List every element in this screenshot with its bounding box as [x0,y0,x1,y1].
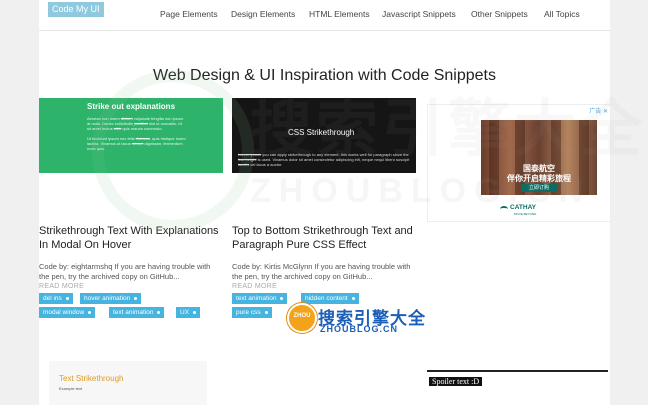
cathay-logo-icon [500,206,508,212]
spoiler-text[interactable]: Spoiler text :D [429,377,483,386]
thumbnail-title: Text Strikethrough [59,374,124,383]
nav-other-snippets[interactable]: Other Snippets [471,9,528,19]
thumbnail-text: Aenean non lorem dictum vulputate fringi… [87,116,186,151]
thumbnail-title: CSS Strikethrough [288,128,355,137]
ad-badge[interactable]: 广告 ✕ [589,106,608,115]
nav-html-elements[interactable]: HTML Elements [309,9,370,19]
ad-brand-tagline: MOVE BEYOND [514,212,537,216]
tag-hidden-content[interactable]: hidden content [301,293,359,304]
card-title[interactable]: Strikethrough Text With Explanations In … [39,224,229,252]
ad-cta-button[interactable]: 立即订购 [521,184,557,192]
ad-headline-line2: 伴你开启精彩旅程 [507,174,571,183]
tag-text-animation[interactable]: text animation [109,307,165,318]
tag-del-ins[interactable]: del ins [39,293,73,304]
card-thumbnail[interactable]: CSS Strikethrough Lorem ipsum you can ap… [232,98,416,173]
ad-headline-line1: 国泰航空 [523,164,555,173]
card-title[interactable]: Top to Bottom Strikethrough Text and Par… [232,224,422,252]
zhoublog-logo-icon: ZHOU [287,303,317,333]
nav-page-elements[interactable]: Page Elements [160,9,218,19]
nav-javascript-snippets[interactable]: Javascript Snippets [382,9,456,19]
thumbnail-text: Lorem ipsum you can apply strikethrough … [238,152,410,167]
divider [427,370,608,372]
read-more-link[interactable]: READ MORE [39,283,84,290]
zhoublog-logo-text: ZHOU [293,313,311,319]
nav-all-topics[interactable]: All Topics [544,9,580,19]
ad-image: 国泰航空 伴你开启精彩旅程 立即订购 [481,120,597,195]
card-description: Code by: eightarmshq If you are having t… [39,262,211,281]
advertisement[interactable]: 广告 ✕ 国泰航空 伴你开启精彩旅程 立即订购 CATHAY MOVE BEYO… [427,104,611,222]
tag-hover-animation[interactable]: hover animation [80,293,142,304]
zhoublog-brand-en: ZHOUBLOG.CN [320,324,398,334]
read-more-link[interactable]: READ MORE [232,283,277,290]
card-thumbnail[interactable]: Text Strikethrough Example text [49,361,207,405]
thumbnail-text: Example text [59,386,83,391]
tag-text-animation[interactable]: text animation [232,293,288,304]
card-thumbnail[interactable]: Strike out explanations Aenean non lorem… [39,98,223,173]
tag-pure-css[interactable]: pure css [232,307,272,318]
page-title: Web Design & UI Inspiration with Code Sn… [153,67,496,84]
ad-headline: 国泰航空 伴你开启精彩旅程 [481,164,597,184]
nav-design-elements[interactable]: Design Elements [231,9,295,19]
site-header: Code My UI Page Elements Design Elements… [39,0,610,31]
site-logo[interactable]: Code My UI [48,2,104,17]
ad-brand: CATHAY [510,204,537,211]
card-description: Code by: Kirtis McGlynn If you are havin… [232,262,411,281]
tag-modal-window[interactable]: modal window [39,307,96,318]
tag-ux[interactable]: UX [176,307,201,318]
thumbnail-title: Strike out explanations [87,102,176,111]
